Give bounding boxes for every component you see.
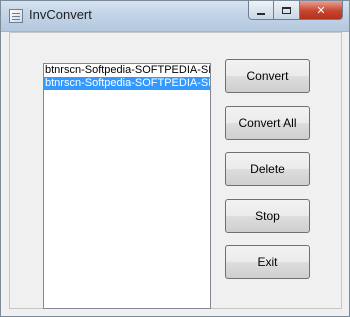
file-listbox[interactable]: btnrscn-Softpedia-SOFTPEDIA-SE btnrscn-S…	[43, 63, 211, 309]
minimize-button[interactable]	[248, 1, 274, 20]
convert-all-button[interactable]: Convert All	[225, 106, 310, 140]
exit-button[interactable]: Exit	[225, 245, 310, 279]
delete-button[interactable]: Delete	[225, 152, 310, 186]
window-title: InvConvert	[29, 7, 92, 22]
window-controls: ✕	[248, 1, 343, 21]
list-item-selected[interactable]: btnrscn-Softpedia-SOFTPEDIA-SE	[44, 77, 210, 90]
app-icon[interactable]	[9, 9, 23, 23]
convert-button[interactable]: Convert	[225, 59, 310, 93]
list-item[interactable]: btnrscn-Softpedia-SOFTPEDIA-SE	[44, 64, 210, 77]
app-window: InvConvert ✕ btnrscn-Softpedia-SOFTPEDIA…	[0, 0, 350, 317]
title-bar[interactable]: InvConvert ✕	[1, 1, 349, 32]
close-button[interactable]: ✕	[300, 1, 343, 20]
close-icon: ✕	[316, 3, 326, 17]
maximize-button[interactable]	[274, 1, 300, 20]
maximize-icon	[282, 6, 291, 14]
stop-button[interactable]: Stop	[225, 199, 310, 233]
minimize-icon	[257, 13, 265, 15]
